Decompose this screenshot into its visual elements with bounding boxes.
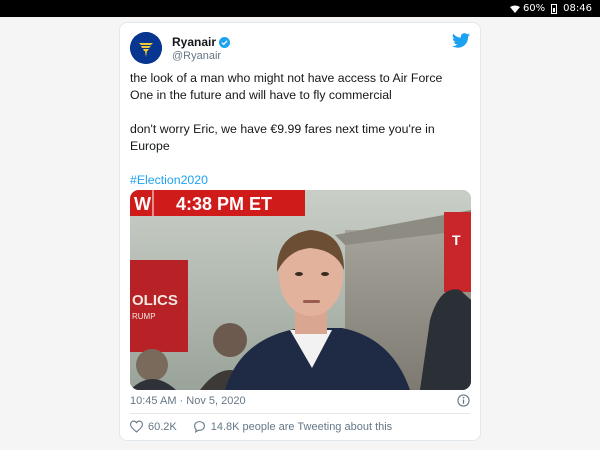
tweeting-about-text: 14.8K people are Tweeting about this — [210, 420, 393, 433]
tweet-text-line: the look of a man who might not have acc… — [130, 71, 443, 85]
tweet-header: Ryanair @Ryanair — [130, 29, 470, 67]
tweet-text-line: One in the future and will have to fly c… — [130, 88, 392, 102]
avatar[interactable] — [130, 32, 162, 64]
heart-icon — [130, 420, 143, 433]
tweet-text-gap — [130, 104, 470, 121]
hashtag-link[interactable]: #Election2020 — [130, 173, 208, 187]
banner-time: 4:38 PM ET — [176, 194, 272, 214]
sign-right-text: T — [452, 232, 461, 248]
tweet-actions: 60.2K 14.8K people are Tweeting about th… — [130, 420, 408, 433]
user-names: Ryanair @Ryanair — [172, 35, 231, 62]
speech-bubble-icon — [193, 421, 205, 433]
sign-left-subtext: RUMP — [132, 312, 156, 321]
ryanair-logo-icon — [130, 32, 162, 64]
verified-icon — [219, 36, 231, 48]
media-image: OLICS RUMP T W 4:38 PM ET — [130, 190, 471, 390]
status-bar: 60% 08:46 — [0, 0, 600, 17]
tweet-timestamp[interactable]: 10:45 AM · Nov 5, 2020 — [130, 395, 246, 407]
banner-letter: W — [134, 194, 151, 214]
display-name-row: Ryanair — [172, 35, 231, 49]
wifi-icon — [509, 5, 520, 13]
protest-sign-right — [444, 212, 471, 292]
twitter-bird-icon[interactable] — [452, 33, 470, 48]
tweet-text-gap — [130, 155, 470, 172]
conversation-action[interactable]: 14.8K people are Tweeting about this — [193, 420, 392, 433]
tweet-media[interactable]: OLICS RUMP T W 4:38 PM ET — [130, 190, 471, 390]
divider — [130, 413, 470, 414]
like-action[interactable]: 60.2K — [130, 420, 177, 433]
battery-percent: 60% — [522, 3, 546, 14]
user-handle[interactable]: @Ryanair — [172, 50, 230, 62]
battery-icon — [551, 3, 558, 14]
tweet-text-line: don't worry Eric, we have €9.99 fares ne… — [130, 122, 435, 136]
like-count: 60.2K — [148, 420, 177, 433]
tweet-card[interactable]: Ryanair @Ryanair the look of a man who m… — [119, 22, 481, 441]
sign-left-text: OLICS — [132, 292, 178, 309]
status-time: 08:46 — [563, 3, 592, 14]
tweet-text-line: Europe — [130, 139, 170, 153]
display-name[interactable]: Ryanair — [172, 35, 216, 49]
tweet-text: the look of a man who might not have acc… — [130, 70, 470, 189]
status-wifi: 60% — [509, 3, 546, 14]
info-icon[interactable] — [457, 394, 470, 407]
